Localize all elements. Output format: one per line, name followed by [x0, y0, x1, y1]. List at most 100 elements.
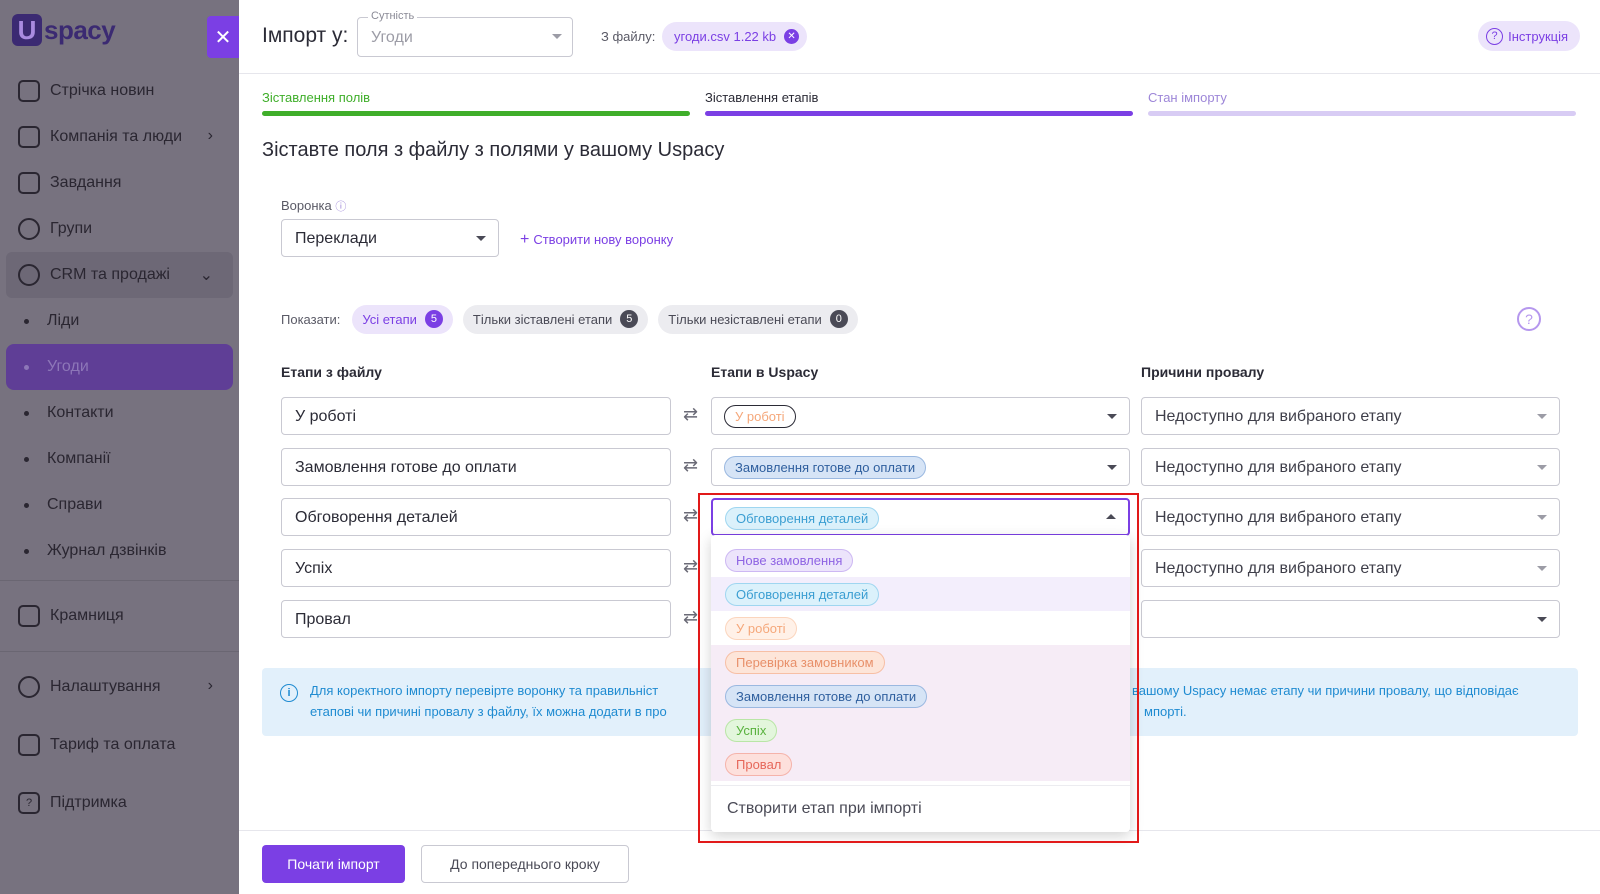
sidebar-item-groups[interactable]: Групи [0, 206, 239, 252]
sidebar: U spacy ✕ Стрічка новин Компанія та люди… [0, 0, 239, 894]
funnel-label: Воронка ⓘ [281, 198, 347, 213]
sidebar-item-label: Групи [50, 220, 93, 237]
failure-reason-select[interactable]: Недоступно для вибраного етапу [1141, 498, 1560, 536]
remove-file-icon[interactable]: ✕ [784, 29, 800, 44]
sidebar-subitem-deals[interactable]: Угоди [6, 344, 233, 390]
sidebar-subitem-activities[interactable]: Справи [0, 482, 239, 528]
stage-option[interactable]: Перевірка замовником [711, 645, 1130, 679]
instruction-button[interactable]: ? Інструкція [1478, 21, 1580, 51]
file-name: угоди.csv 1.22 kb [674, 29, 777, 44]
previous-step-button[interactable]: До попереднього кроку [421, 845, 629, 883]
store-icon [18, 605, 40, 627]
failure-reason-select[interactable] [1141, 600, 1560, 638]
step-label: Стан імпорту [1148, 90, 1227, 105]
filter-unmatched[interactable]: Тільки незіставлені етапи 0 [658, 304, 858, 334]
caret-down-icon [1537, 414, 1547, 419]
plus-icon: + [520, 231, 530, 248]
logo-text: spacy [44, 14, 116, 45]
chevron-right-icon: › [207, 127, 213, 144]
sidebar-item-billing[interactable]: Тариф та оплата [0, 716, 239, 774]
sidebar-subitem-leads[interactable]: Ліди [0, 298, 239, 344]
divider [711, 785, 1130, 786]
info-icon: ⓘ [335, 201, 347, 213]
step-stages: Зіставлення етапів [705, 90, 1133, 116]
info-text-left: Для коректного імпорту перевірте воронку… [310, 683, 667, 719]
instruction-label: Інструкція [1508, 28, 1568, 44]
bullet-icon [24, 548, 29, 554]
failure-reason-select[interactable]: Недоступно для вибраного етапу [1141, 448, 1560, 486]
sidebar-item-tasks[interactable]: Завдання [0, 160, 239, 206]
file-chip: угоди.csv 1.22 kb ✕ [662, 22, 808, 51]
create-funnel-link[interactable]: + Створити нову воронку [520, 231, 673, 249]
stage-option[interactable]: У роботі [711, 611, 1130, 645]
file-stage-field[interactable]: Замовлення готове до оплати [281, 448, 671, 486]
section-heading: Зіставте поля з файлу з полями у вашому … [262, 139, 725, 161]
stage-tag: У роботі [724, 405, 796, 428]
sidebar-subitem-label: Ліди [47, 312, 80, 329]
sidebar-subitem-contacts[interactable]: Контакти [0, 390, 239, 436]
column-header-uspacy: Етапи в Uspacy [711, 364, 819, 380]
bullet-icon [24, 456, 29, 462]
caret-down-icon [1107, 465, 1117, 470]
sidebar-item-store[interactable]: Крамниця [0, 587, 239, 645]
caret-up-icon [1106, 514, 1116, 519]
users-icon [18, 218, 40, 240]
gear-icon [18, 676, 40, 698]
start-import-button[interactable]: Почати імпорт [262, 845, 405, 883]
swap-icon: ⇄ [683, 404, 699, 424]
sidebar-item-settings[interactable]: Налаштування › [0, 658, 239, 716]
step-fields: Зіставлення полів [262, 90, 690, 116]
stage-option[interactable]: Провал [711, 747, 1130, 781]
caret-down-icon [552, 34, 562, 39]
stage-dropdown: Нове замовлення Обговорення деталей У ро… [711, 535, 1130, 832]
sidebar-item-label: Налаштування [50, 678, 161, 695]
failure-reason-select[interactable]: Недоступно для вибраного етапу [1141, 549, 1560, 587]
create-stage-option[interactable]: Створити етап при імпорті [727, 800, 922, 818]
funnel-select[interactable]: Переклади [281, 219, 499, 257]
close-sidebar-button[interactable]: ✕ [207, 16, 239, 58]
sidebar-subitem-companies[interactable]: Компанії [0, 436, 239, 482]
uspacy-stage-select[interactable]: Замовлення готове до оплати [711, 448, 1130, 486]
file-stage-field[interactable]: Успіх [281, 549, 671, 587]
uspacy-stage-select[interactable]: У роботі [711, 397, 1130, 435]
column-header-file: Етапи з файлу [281, 364, 382, 380]
question-icon: ? [1486, 27, 1504, 45]
sidebar-item-support[interactable]: ? Підтримка [0, 774, 239, 832]
step-label: Зіставлення полів [262, 90, 371, 105]
stage-option[interactable]: Обговорення деталей [711, 577, 1130, 611]
swap-icon: ⇄ [683, 556, 699, 576]
file-stage-field[interactable]: Провал [281, 600, 671, 638]
sidebar-subitem-calls[interactable]: Журнал дзвінків [0, 528, 239, 574]
import-steps: Зіставлення полів Зіставлення етапів Ста… [262, 90, 1578, 120]
file-stage-field[interactable]: Обговорення деталей [281, 498, 671, 536]
help-circle-icon[interactable]: ? [1517, 307, 1541, 331]
sidebar-item-label: Завдання [50, 174, 122, 191]
building-icon [18, 126, 40, 148]
stage-tag: Замовлення готове до оплати [724, 456, 927, 479]
uspacy-logo[interactable]: U spacy [12, 12, 116, 48]
filter-all[interactable]: Усі етапи 5 [352, 304, 453, 334]
sidebar-item-label: Стрічка новин [50, 82, 155, 99]
stage-option[interactable]: Нове замовлення [711, 543, 1130, 577]
sidebar-item-label: Компанія та люди [50, 128, 183, 145]
sidebar-subitem-label: Компанії [47, 450, 111, 467]
sidebar-subitem-label: Контакти [47, 404, 114, 421]
funnel-value: Переклади [295, 230, 377, 247]
step-status: Стан імпорту [1148, 90, 1576, 116]
help-chat-icon: ? [18, 792, 40, 814]
filter-matched[interactable]: Тільки зіставлені етапи 5 [462, 304, 649, 334]
file-stage-field[interactable]: У роботі [281, 397, 671, 435]
sidebar-item-crm[interactable]: CRM та продажі ⌄ [6, 252, 233, 298]
bullet-icon [24, 502, 29, 508]
sidebar-subitem-label: Справи [47, 496, 103, 513]
entity-value: Угоди [371, 29, 413, 46]
sidebar-item-news[interactable]: Стрічка новин [0, 68, 239, 114]
stage-option[interactable]: Замовлення готове до оплати [711, 679, 1130, 713]
stage-option[interactable]: Успіх [711, 713, 1130, 747]
sidebar-item-company[interactable]: Компанія та люди › [0, 114, 239, 160]
swap-icon: ⇄ [683, 505, 699, 525]
failure-reason-select[interactable]: Недоступно для вибраного етапу [1141, 397, 1560, 435]
uspacy-stage-select-open[interactable]: Обговорення деталей [711, 498, 1130, 536]
caret-down-icon [1537, 515, 1547, 520]
entity-select[interactable]: Сутність Угоди [357, 10, 573, 57]
